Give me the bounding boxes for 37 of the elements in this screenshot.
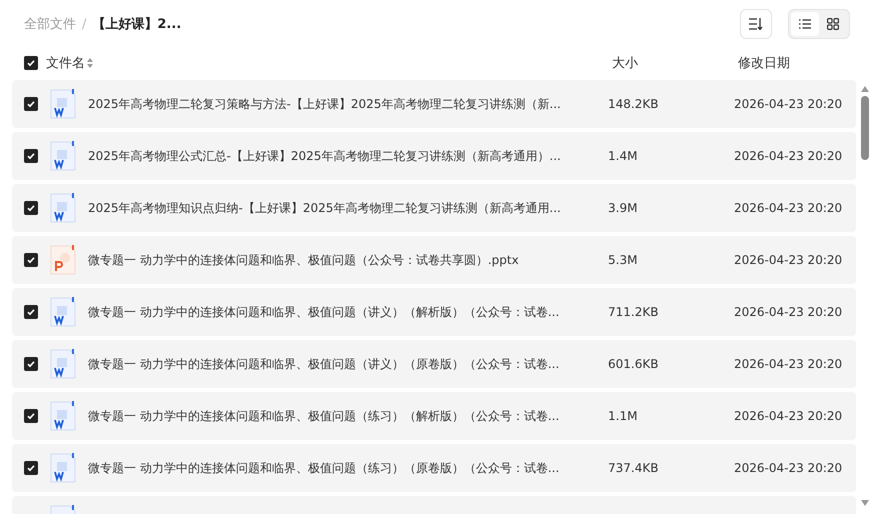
file-name: 2025年高考物理公式汇总-【上好课】2025年高考物理二轮复习讲练测（新高考通用）...	[88, 148, 562, 164]
file-name: 微专题一 动力学中的连接体问题和临界、极值问题（练习）（解析版）（公众号：试卷...	[88, 408, 560, 424]
file-row[interactable]: 2025年高考物理公式汇总-【上好课】2025年高考物理二轮复习讲练测（新高考通用）... 1.4M 2026-04-23 20:20	[12, 132, 856, 180]
file-name: 2025年高考物理知识点归纳-【上好课】2025年高考物理二轮复习讲练测（新高考通用...	[88, 200, 562, 216]
breadcrumb-item: 【上好课】2...	[92, 16, 182, 33]
file-row[interactable]: 2025年高考物理二轮复习策略与方法-【上好课】2025年高考物理二轮复习讲练测（新... 148.2KB 2026-04-23 20:20	[12, 80, 856, 128]
file-row[interactable]: 微专题一 动力学中的连接体问题和临界、极值问题（练习）（解析版）（公众号：试卷... 1.1M 2026-04-23 20:20	[12, 392, 856, 440]
file-size: 3.9M	[608, 201, 638, 215]
modified-date: 2026-04-23 20:20	[734, 461, 842, 475]
file-size: 1.1M	[608, 409, 638, 423]
file-size: 711.2KB	[608, 305, 660, 319]
column-header: 修改日期	[738, 55, 790, 72]
modified-date: 2026-04-23 20:20	[734, 305, 842, 319]
modified-date: 2026-04-23 20:20	[734, 149, 842, 163]
file-name: 2025年高考物理二轮复习策略与方法-【上好课】2025年高考物理二轮复习讲练测（新...	[88, 96, 562, 112]
file-row[interactable]: 微专题一 动力学中的连接体问题和临界、极值问题（公众号：试卷共享圆）.pptx 5.3M 2026-04-23 20:20	[12, 236, 856, 284]
modified-date: 2026-04-23 20:20	[734, 409, 842, 423]
file-size: 737.4KB	[608, 461, 660, 475]
file-name: 微专题一 动力学中的连接体问题和临界、极值问题（练习）（原卷版）（公众号：试卷...	[88, 460, 560, 476]
file-size: 1.4M	[608, 149, 638, 163]
column-header: 大小	[612, 55, 639, 72]
file-row[interactable]: 微专题一 动力学中的连接体问题和临界、极值问题（讲义）（原卷版）（公众号：试卷... 601.6KB 2026-04-23 20:20	[12, 340, 856, 388]
file-row[interactable]: 微专题一 动力学中的连接体问题和临界、极值问题（练习）（原卷版）（公众号：试卷... 737.4KB 2026-04-23 20:20	[12, 444, 856, 492]
file-size: 601.6KB	[608, 357, 660, 371]
file-name: 微专题一 动力学中的连接体问题和临界、极值问题（讲义）（原卷版）（公众号：试卷...	[88, 356, 560, 372]
file-size: 5.3M	[608, 253, 638, 267]
modified-date: 2026-04-23 20:20	[734, 357, 842, 371]
breadcrumb-separator: /	[82, 16, 86, 32]
file-name: 微专题一 动力学中的连接体问题和临界、极值问题（公众号：试卷共享圆）.pptx	[88, 252, 520, 268]
file-name: 微专题一 动力学中的连接体问题和临界、极值问题（讲义）（解析版）（公众号：试卷...	[88, 304, 560, 320]
file-row[interactable]: 2025年高考物理知识点归纳-【上好课】2025年高考物理二轮复习讲练测（新高考通用... 3.9M 2026-04-23 20:20	[12, 184, 856, 232]
file-row[interactable]: 微专题一 动力学中的连接体问题和临界、极值问题（讲义）（解析版）（公众号：试卷... 711.2KB 2026-04-23 20:20	[12, 288, 856, 336]
file-size: 148.2KB	[608, 97, 660, 111]
modified-date: 2026-04-23 20:20	[734, 253, 842, 267]
modified-date: 2026-04-23 20:20	[734, 97, 842, 111]
column-header[interactable]: 文件名	[46, 54, 85, 72]
modified-date: 2026-04-23 20:20	[734, 201, 842, 215]
